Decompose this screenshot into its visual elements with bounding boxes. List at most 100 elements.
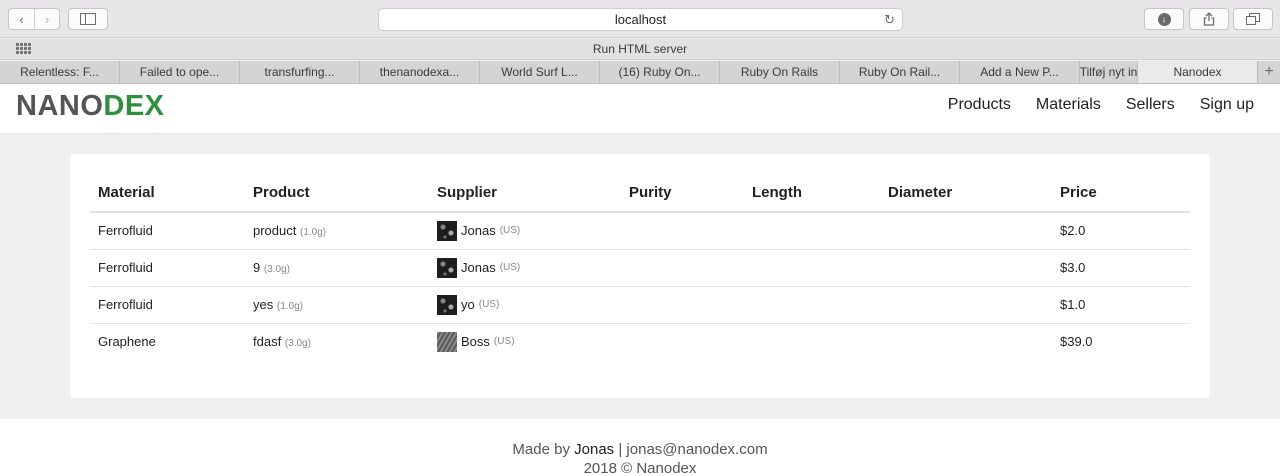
cell-length — [744, 286, 880, 324]
cell-product[interactable]: 9 (3.0g) — [245, 249, 429, 287]
favorites-title[interactable]: Run HTML server — [0, 42, 1280, 56]
header-price: Price — [1052, 178, 1190, 213]
supplier-avatar — [437, 220, 457, 241]
supplier-country: (US) — [499, 225, 521, 237]
sidebar-icon — [69, 9, 107, 29]
tab-bar: Relentless: F... Failed to ope... transf… — [0, 61, 1280, 84]
tab-nanodex-active[interactable]: Nanodex — [1138, 61, 1258, 83]
nav-materials[interactable]: Materials — [1036, 96, 1101, 114]
reload-icon[interactable]: ↻ — [884, 12, 895, 28]
main-nav: Products Materials Sellers Sign up — [948, 96, 1254, 114]
forward-button[interactable]: › — [34, 9, 59, 29]
cell-length — [744, 323, 880, 360]
table-row[interactable]: Ferrofluid 9 (3.0g) Jonas (US) $3.0 — [90, 249, 1190, 287]
downloads-button[interactable]: ↓ — [1144, 8, 1184, 30]
address-bar[interactable]: localhost ↻ — [378, 8, 903, 31]
tab-7[interactable]: Ruby On Rails — [720, 61, 840, 83]
product-name: 9 — [253, 260, 261, 275]
cell-supplier[interactable]: Jonas (US) — [429, 249, 621, 287]
tab-4[interactable]: thenanodexa... — [360, 61, 480, 83]
cell-product[interactable]: product (1.0g) — [245, 212, 429, 250]
cell-purity — [621, 286, 744, 324]
cell-diameter — [880, 212, 1052, 250]
footer-author-link[interactable]: Jonas — [574, 441, 614, 458]
cell-purity — [621, 323, 744, 360]
cell-material: Ferrofluid — [90, 212, 245, 250]
url-text: localhost — [614, 12, 667, 27]
sidebar-toggle-button[interactable] — [68, 8, 108, 30]
site-logo[interactable]: NANODEX — [16, 90, 165, 123]
product-weight: (1.0g) — [300, 227, 327, 239]
tab-6[interactable]: (16) Ruby On... — [600, 61, 720, 83]
header-length: Length — [744, 178, 880, 213]
browser-toolbar: ‹ › localhost ↻ ↓ — [0, 0, 1280, 38]
supplier-avatar — [437, 257, 457, 278]
supplier-country: (US) — [478, 299, 500, 310]
product-weight: (3.0g) — [263, 264, 290, 275]
cell-material: Ferrofluid — [90, 286, 245, 324]
nav-products[interactable]: Products — [948, 96, 1011, 114]
cell-product[interactable]: fdasf (3.0g) — [245, 323, 429, 360]
footer-credit-line: Made by Jonas | jonas@nanodex.com — [0, 440, 1280, 459]
cell-purity — [621, 249, 744, 287]
cell-length — [744, 212, 880, 250]
footer-copyright: 2018 © Nanodex — [583, 460, 697, 476]
cell-length — [744, 249, 880, 287]
tab-1[interactable]: Relentless: F... — [0, 61, 120, 83]
site-header: NANODEX Products Materials Sellers Sign … — [0, 84, 1280, 134]
product-name: product — [253, 223, 297, 239]
tab-5[interactable]: World Surf L... — [480, 61, 600, 83]
supplier-country: (US) — [493, 336, 515, 348]
tab-3[interactable]: transfurfing... — [240, 61, 360, 83]
cell-diameter — [880, 286, 1052, 324]
product-name: fdasf — [253, 334, 282, 350]
table-row[interactable]: Graphene fdasf (3.0g) Boss (US) $39.0 — [90, 323, 1190, 360]
show-all-tabs-button[interactable] — [1233, 8, 1273, 30]
cell-supplier[interactable]: Boss (US) — [429, 323, 621, 360]
header-material: Material — [90, 178, 245, 213]
favorites-bar: Run HTML server — [0, 39, 1280, 60]
table-row[interactable]: Ferrofluid yes (1.0g) yo (US) $1.0 — [90, 286, 1190, 324]
cell-supplier[interactable]: yo (US) — [429, 286, 621, 324]
tab-9[interactable]: Add a New P... — [960, 61, 1080, 83]
logo-part-nano: NANO — [16, 90, 104, 122]
supplier-name: Boss — [461, 334, 490, 350]
share-icon — [1203, 12, 1215, 26]
footer-separator: | — [618, 441, 623, 458]
footer-made-by: Made by — [512, 441, 570, 458]
cell-product[interactable]: yes (1.0g) — [245, 286, 429, 324]
tab-10[interactable]: Tilføj nyt in — [1080, 61, 1138, 83]
download-icon: ↓ — [1157, 12, 1171, 26]
nav-sign-up[interactable]: Sign up — [1200, 96, 1254, 114]
logo-part-dex: DEX — [103, 90, 165, 122]
cell-purity — [621, 212, 744, 250]
supplier-name: yo — [461, 297, 475, 312]
cell-diameter — [880, 249, 1052, 287]
tab-2[interactable]: Failed to ope... — [120, 61, 240, 83]
products-table: Material Product Supplier Purity Length … — [90, 178, 1190, 360]
supplier-name: Jonas — [461, 260, 496, 275]
site-footer: Made by Jonas | jonas@nanodex.com 2018 ©… — [0, 419, 1280, 476]
header-product: Product — [245, 178, 429, 213]
footer-email-link[interactable]: jonas@nanodex.com — [626, 441, 767, 458]
table-row[interactable]: Ferrofluid product (1.0g) Jonas (US) $2.… — [90, 212, 1190, 250]
cell-price: $3.0 — [1052, 249, 1190, 287]
product-weight: (3.0g) — [284, 338, 311, 350]
products-card: Material Product Supplier Purity Length … — [70, 154, 1210, 398]
cell-material: Graphene — [98, 334, 156, 350]
supplier-country: (US) — [499, 262, 521, 273]
back-button[interactable]: ‹ — [9, 9, 34, 29]
header-supplier: Supplier — [429, 178, 621, 213]
header-diameter: Diameter — [880, 178, 1052, 213]
supplier-avatar — [437, 331, 457, 352]
tab-8[interactable]: Ruby On Rail... — [840, 61, 960, 83]
nav-sellers[interactable]: Sellers — [1126, 96, 1175, 114]
cell-diameter — [880, 323, 1052, 360]
navigation-buttons: ‹ › — [8, 8, 60, 30]
supplier-name: Jonas — [461, 223, 496, 239]
share-button[interactable] — [1189, 8, 1229, 30]
cell-supplier[interactable]: Jonas (US) — [429, 212, 621, 250]
cell-material: Ferrofluid — [90, 249, 245, 287]
supplier-avatar — [437, 294, 457, 315]
new-tab-button[interactable]: + — [1258, 61, 1280, 83]
